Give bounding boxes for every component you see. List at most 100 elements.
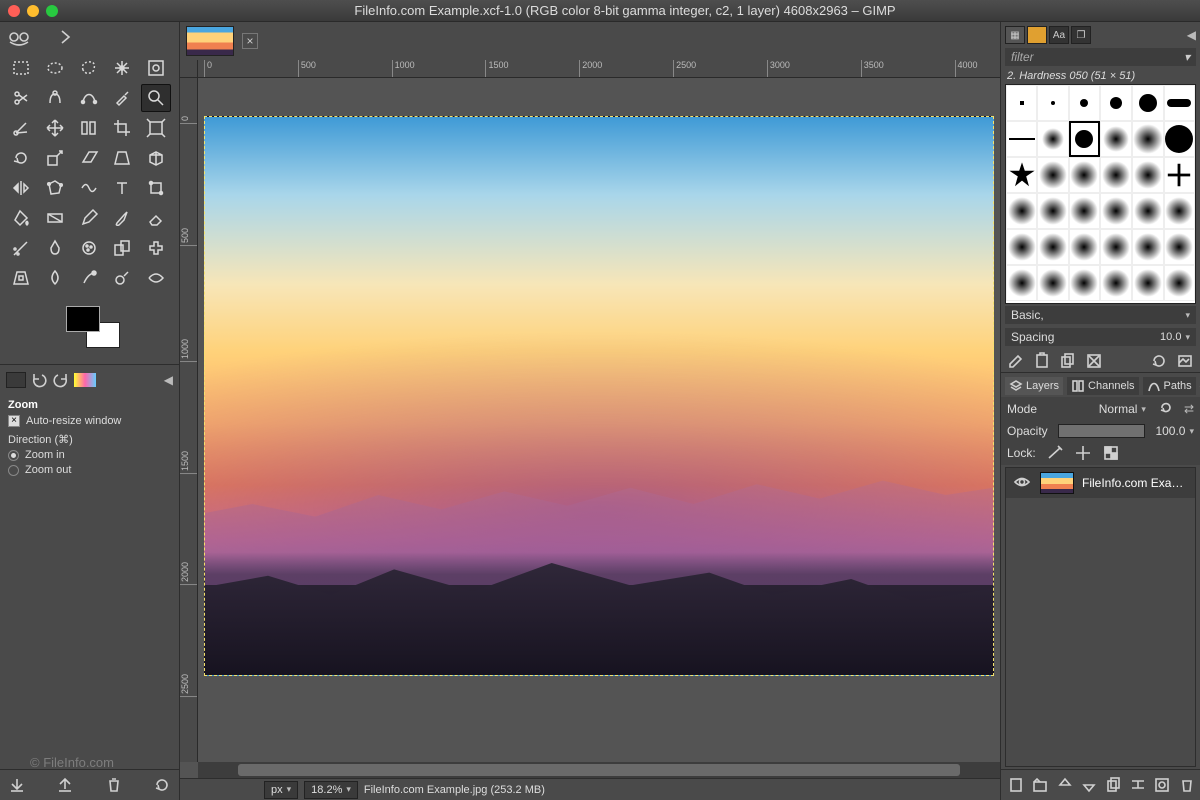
tool-airbrush[interactable] (6, 234, 36, 262)
brush-cell[interactable] (1164, 121, 1195, 157)
brush-cell[interactable] (1069, 193, 1100, 229)
tool-mypaint[interactable] (74, 234, 104, 262)
tool-shear[interactable] (74, 144, 104, 172)
zoom-out-radio[interactable]: Zoom out (8, 464, 171, 476)
unit-dropdown[interactable]: px (264, 781, 298, 799)
new-group-icon[interactable] (1031, 776, 1047, 794)
brush-cell[interactable] (1132, 157, 1164, 193)
tool-paths[interactable] (74, 84, 104, 112)
lock-pixels-icon[interactable] (1046, 444, 1064, 462)
opacity-slider[interactable] (1058, 424, 1146, 438)
minimize-window-button[interactable] (27, 5, 39, 17)
tool-blur[interactable] (40, 264, 70, 292)
brush-cell[interactable] (1006, 85, 1037, 121)
tool-flip[interactable] (6, 174, 36, 202)
brush-cell[interactable] (1037, 85, 1068, 121)
brush-cell[interactable] (1132, 229, 1164, 265)
brushes-dock-menu-icon[interactable]: ◀ (1187, 28, 1196, 42)
tool-heal[interactable] (141, 234, 171, 262)
tool-pencil[interactable] (74, 204, 104, 232)
raise-layer-icon[interactable] (1056, 776, 1072, 794)
brush-cell[interactable] (1132, 265, 1164, 301)
brush-cell[interactable] (1100, 85, 1131, 121)
brush-spacing-field[interactable]: Spacing (1005, 328, 1196, 346)
close-window-button[interactable] (8, 5, 20, 17)
patterns-tab[interactable] (1027, 26, 1047, 44)
brush-cell[interactable] (1037, 121, 1068, 157)
brush-cell[interactable] (1164, 193, 1195, 229)
new-brush-icon[interactable] (1033, 352, 1051, 368)
delete-preset-icon[interactable] (105, 776, 123, 794)
tool-crop[interactable] (107, 114, 137, 142)
brush-cell[interactable] (1069, 85, 1100, 121)
layer-name[interactable]: FileInfo.com Example (1082, 476, 1189, 490)
brush-cell[interactable] (1164, 229, 1195, 265)
brush-cell[interactable] (1037, 229, 1068, 265)
brush-cell[interactable] (1037, 193, 1068, 229)
brush-cell[interactable] (1132, 85, 1164, 121)
zoom-in-radio[interactable]: Zoom in (8, 449, 171, 461)
color-swatch[interactable] (60, 306, 120, 354)
image-tab-close-button[interactable]: × (242, 33, 258, 49)
opacity-row[interactable]: Opacity 100.0 (1001, 421, 1200, 441)
wilber-menu[interactable] (0, 22, 179, 48)
image-tab-thumbnail[interactable] (186, 26, 234, 56)
lower-layer-icon[interactable] (1080, 776, 1096, 794)
brush-cell[interactable] (1100, 121, 1131, 157)
tab-channels[interactable]: Channels (1067, 377, 1138, 395)
brush-cell[interactable] (1006, 121, 1037, 157)
brush-cell[interactable] (1164, 85, 1195, 121)
tool-paintbrush[interactable] (107, 204, 137, 232)
delete-brush-icon[interactable] (1085, 352, 1103, 368)
tool-warp[interactable] (74, 174, 104, 202)
tool-by-color-select[interactable] (141, 54, 171, 82)
new-layer-icon[interactable] (1007, 776, 1023, 794)
tool-unified-transform[interactable] (141, 114, 171, 142)
edit-brush-icon[interactable] (1007, 352, 1025, 368)
dock-tab[interactable] (6, 372, 26, 388)
mask-icon[interactable] (1153, 776, 1169, 794)
brush-preset-dropdown[interactable]: Basic, (1005, 306, 1196, 324)
brush-cell[interactable] (1006, 265, 1037, 301)
tool-handle-transform[interactable] (141, 174, 171, 202)
blend-mode-row[interactable]: Mode Normal ⇄ (1001, 397, 1200, 421)
lock-alpha-icon[interactable] (1102, 444, 1120, 462)
canvas-image[interactable] (204, 116, 994, 676)
tool-ellipse-select[interactable] (40, 54, 70, 82)
tool-gradient[interactable] (40, 204, 70, 232)
brush-spacing-input[interactable] (1141, 331, 1181, 343)
tool-align[interactable] (74, 114, 104, 142)
tool-foreground-select[interactable] (40, 84, 70, 112)
tool-measure[interactable] (6, 114, 36, 142)
vertical-ruler[interactable]: 05001000150020002500 (180, 78, 198, 762)
tool-rect-select[interactable] (6, 54, 36, 82)
duplicate-layer-icon[interactable] (1105, 776, 1121, 794)
foreground-color[interactable] (66, 306, 100, 332)
ruler-origin[interactable] (180, 60, 198, 78)
fonts-tab[interactable]: Aa (1049, 26, 1069, 44)
layer-row[interactable]: FileInfo.com Example (1006, 468, 1195, 498)
gradient-preview[interactable] (74, 373, 96, 387)
tool-ink[interactable] (40, 234, 70, 262)
brush-cell[interactable] (1069, 121, 1100, 157)
tool-perspective[interactable] (107, 144, 137, 172)
redo-icon[interactable] (52, 371, 70, 389)
tool-3d-transform[interactable] (141, 144, 171, 172)
brush-cell[interactable] (1100, 229, 1131, 265)
lock-position-icon[interactable] (1074, 444, 1092, 462)
brush-filter-input[interactable]: filter (1005, 48, 1196, 66)
tool-fuzzy-select[interactable] (107, 54, 137, 82)
duplicate-brush-icon[interactable] (1059, 352, 1077, 368)
save-preset-icon[interactable] (8, 776, 26, 794)
tool-smudge[interactable] (74, 264, 104, 292)
open-as-image-icon[interactable] (1176, 352, 1194, 368)
brush-grid[interactable] (1005, 84, 1196, 304)
dock-menu-icon[interactable]: ◀ (164, 373, 173, 387)
brush-cell[interactable] (1006, 157, 1037, 193)
tool-eraser[interactable] (141, 204, 171, 232)
tool-scale[interactable] (40, 144, 70, 172)
brush-cell[interactable] (1100, 193, 1131, 229)
undo-icon[interactable] (30, 371, 48, 389)
history-tab[interactable]: ❐ (1071, 26, 1091, 44)
tool-color-picker[interactable] (107, 84, 137, 112)
